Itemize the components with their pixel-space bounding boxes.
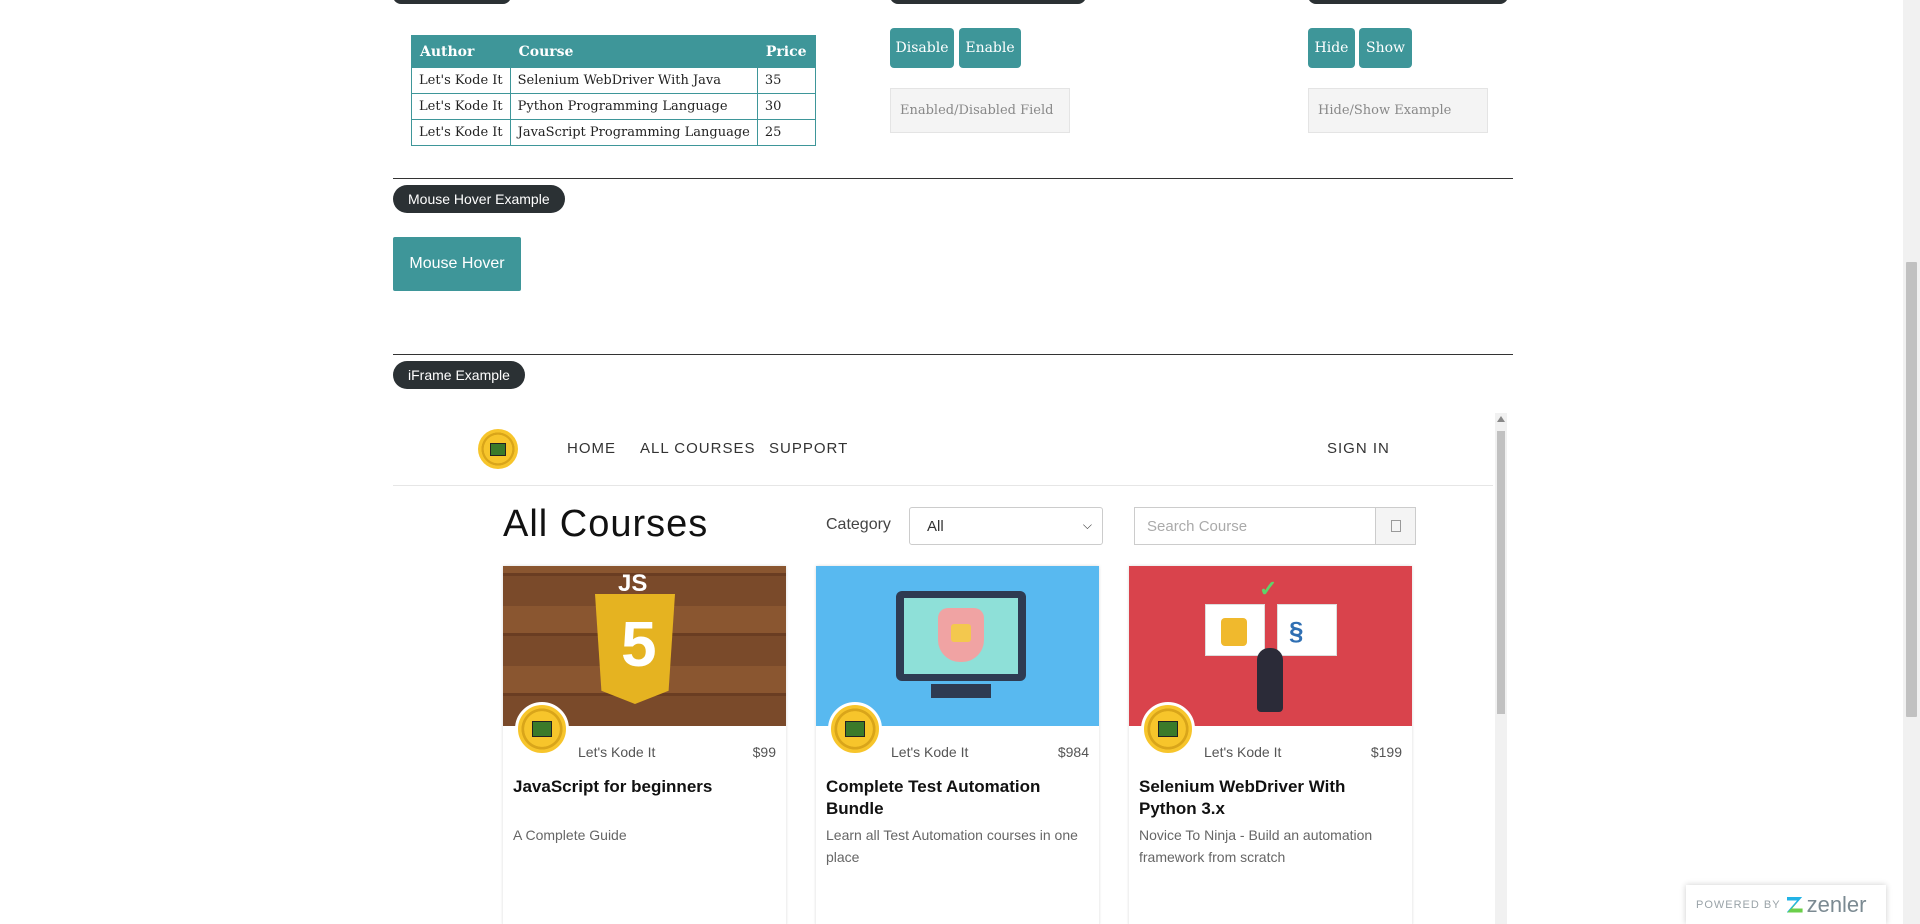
site-logo[interactable]: [478, 429, 518, 469]
table-cell-author: Let's Kode It: [411, 67, 511, 94]
table-cell-price: 30: [756, 93, 816, 120]
course-author: Let's Kode It: [891, 744, 969, 760]
table-cell-author: Let's Kode It: [411, 119, 511, 146]
search-icon: [1390, 520, 1401, 532]
table-header-price: Price: [756, 35, 816, 68]
course-description: Novice To Ninja - Build an automation fr…: [1139, 827, 1373, 865]
search-placeholder: Search Course: [1147, 517, 1248, 535]
hide-show-field[interactable]: Hide/Show Example: [1308, 88, 1488, 133]
mouse-hover-button[interactable]: Mouse Hover: [393, 237, 521, 291]
table-cell-price: 25: [756, 119, 816, 146]
section-legend-cut-2: [890, 0, 1086, 4]
chevron-down-icon: ⌵: [1082, 518, 1092, 532]
table-header-author: Author: [411, 35, 511, 68]
course-title[interactable]: Complete Test Automation Bundle: [826, 776, 1089, 820]
table-cell-course: JavaScript Programming Language: [509, 119, 758, 146]
table-row: Let's Kode It JavaScript Programming Lan…: [411, 119, 816, 146]
course-price: $99: [752, 744, 776, 760]
course-title[interactable]: Selenium WebDriver With Python 3.x: [1139, 776, 1402, 820]
author-avatar: [515, 702, 569, 756]
hide-button[interactable]: Hide: [1308, 28, 1355, 68]
nav-all-courses-link[interactable]: ALL COURSES: [640, 440, 755, 457]
nav-support-link[interactable]: SUPPORT: [769, 440, 848, 457]
table-cell-author: Let's Kode It: [411, 93, 511, 120]
course-price: $199: [1370, 744, 1402, 760]
disable-button[interactable]: Disable: [890, 28, 954, 68]
page-heading: All Courses: [503, 503, 709, 545]
iframe-legend: iFrame Example: [393, 361, 525, 389]
course-search-input[interactable]: Search Course: [1134, 507, 1376, 545]
table-header-course: Course: [509, 35, 758, 68]
powered-by-label: POWERED BY: [1696, 898, 1781, 911]
zenler-logo-icon: [1786, 896, 1803, 913]
course-price: $984: [1057, 744, 1089, 760]
section-divider: [393, 178, 1513, 179]
nav-sign-in-link[interactable]: SIGN IN: [1327, 440, 1390, 457]
nav-divider: [393, 485, 1493, 486]
course-card[interactable]: Let's Kode It $984 Complete Test Automat…: [816, 566, 1099, 924]
courses-table: Author Course Price Let's Kode It Seleni…: [411, 35, 816, 146]
scroll-up-arrow-icon[interactable]: [1497, 416, 1505, 422]
nav-home-link[interactable]: HOME: [567, 440, 616, 457]
course-title[interactable]: JavaScript for beginners: [513, 776, 776, 798]
category-selected-value: All: [927, 517, 944, 535]
show-button[interactable]: Show: [1359, 28, 1412, 68]
search-button[interactable]: [1375, 507, 1416, 545]
course-author: Let's Kode It: [578, 744, 656, 760]
zenler-brand: zenler: [1806, 891, 1867, 917]
table-row: Let's Kode It Selenium WebDriver With Ja…: [411, 67, 816, 94]
enable-button[interactable]: Enable: [959, 28, 1021, 68]
table-header-row: Author Course Price: [411, 35, 816, 68]
iframe-scrollbar-thumb[interactable]: [1497, 431, 1505, 714]
mouse-hover-legend: Mouse Hover Example: [393, 185, 565, 213]
section-divider: [393, 354, 1513, 355]
powered-by-badge[interactable]: POWERED BY zenler: [1686, 885, 1886, 924]
category-label: Category: [826, 516, 891, 533]
course-description: A Complete Guide: [513, 827, 627, 843]
category-select[interactable]: All ⌵: [909, 507, 1103, 545]
section-legend-cut-3: [1308, 0, 1508, 4]
table-cell-course: Selenium WebDriver With Java: [509, 67, 758, 94]
author-avatar: [828, 702, 882, 756]
iframe-scrollbar[interactable]: [1495, 413, 1507, 924]
enabled-disabled-field[interactable]: Enabled/Disabled Field: [890, 88, 1070, 133]
table-cell-price: 35: [756, 67, 816, 94]
courses-iframe[interactable]: HOME ALL COURSES SUPPORT SIGN IN All Cou…: [393, 413, 1507, 924]
course-card[interactable]: 5 JS Let's Kode It $99 JavaScript for be…: [503, 566, 786, 924]
author-avatar: [1141, 702, 1195, 756]
course-description: Learn all Test Automation courses in one…: [826, 827, 1078, 865]
course-card[interactable]: § ✓ Let's Kode It $199 Selenium WebDrive…: [1129, 566, 1412, 924]
course-author: Let's Kode It: [1204, 744, 1282, 760]
section-legend-cut-1: [393, 0, 511, 4]
page-scrollbar-thumb[interactable]: [1906, 262, 1917, 717]
table-row: Let's Kode It Python Programming Languag…: [411, 93, 816, 120]
table-cell-course: Python Programming Language: [509, 93, 758, 120]
